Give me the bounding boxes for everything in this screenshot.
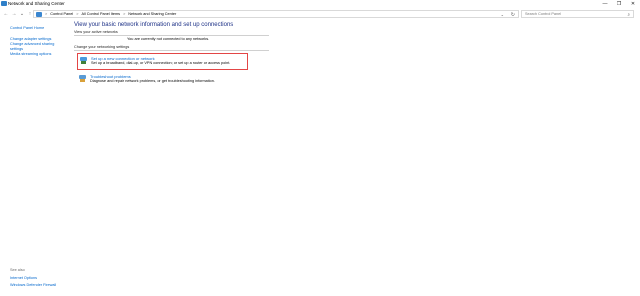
- see-also-panel: See also Internet Options Windows Defend…: [10, 268, 70, 289]
- sidebar-item-media-streaming[interactable]: Media streaming options: [10, 52, 68, 57]
- page-title: View your basic network information and …: [74, 22, 234, 28]
- close-button[interactable]: ✕: [626, 0, 640, 8]
- breadcrumb-control-panel[interactable]: Control Panel: [50, 12, 73, 16]
- sidebar-item-advanced-sharing[interactable]: Change advanced sharing settings: [10, 42, 68, 52]
- title-bar: Network and Sharing Center — ❐ ✕: [0, 0, 640, 8]
- see-also-title: See also: [10, 268, 25, 272]
- breadcrumb-separator: >: [45, 12, 48, 16]
- address-bar[interactable]: > Control Panel > All Control Panel Item…: [33, 10, 519, 18]
- forward-button[interactable]: →: [10, 9, 18, 19]
- refresh-icon[interactable]: ↻: [511, 11, 515, 19]
- new-connection-icon: [80, 57, 88, 65]
- recent-locations-icon[interactable]: ⌄: [18, 9, 26, 19]
- search-input[interactable]: Search Control Panel ⌕: [521, 10, 634, 18]
- troubleshoot-description: Diagnose and repair network problems, or…: [90, 79, 215, 83]
- network-center-icon: [1, 1, 7, 6]
- window-title: Network and Sharing Center: [8, 1, 65, 6]
- control-panel-icon: [36, 11, 42, 17]
- search-placeholder: Search Control Panel: [525, 12, 562, 16]
- breadcrumb-network-center[interactable]: Network and Sharing Center: [128, 12, 176, 16]
- section-divider: [74, 50, 269, 51]
- sidebar-item-home[interactable]: Control Panel Home: [10, 26, 68, 31]
- back-button[interactable]: ←: [2, 9, 10, 19]
- see-also-firewall[interactable]: Windows Defender Firewall: [10, 282, 70, 289]
- window-controls: — ❐ ✕: [598, 0, 640, 8]
- setup-connection-task[interactable]: Set up a new connection or network Set u…: [77, 53, 248, 70]
- see-also-internet-options[interactable]: Internet Options: [10, 275, 70, 282]
- main-content: View your basic network information and …: [74, 20, 274, 89]
- sidebar: Control Panel Home Change adapter settin…: [10, 26, 68, 57]
- troubleshoot-task[interactable]: Troubleshoot problems Diagnose and repai…: [77, 72, 247, 89]
- search-icon[interactable]: ⌕: [627, 11, 630, 18]
- chevron-down-icon[interactable]: ⌄: [501, 11, 504, 19]
- minimize-button[interactable]: —: [598, 0, 612, 8]
- setup-connection-description: Set up a broadband, dial-up, or VPN conn…: [91, 61, 231, 65]
- breadcrumb-separator: >: [76, 12, 79, 16]
- breadcrumb-all-items[interactable]: All Control Panel Items: [81, 12, 120, 16]
- network-status-text: You are currently not connected to any n…: [127, 37, 210, 41]
- breadcrumb-separator: >: [123, 12, 126, 16]
- restore-button[interactable]: ❐: [612, 0, 626, 8]
- troubleshoot-icon: [79, 75, 87, 83]
